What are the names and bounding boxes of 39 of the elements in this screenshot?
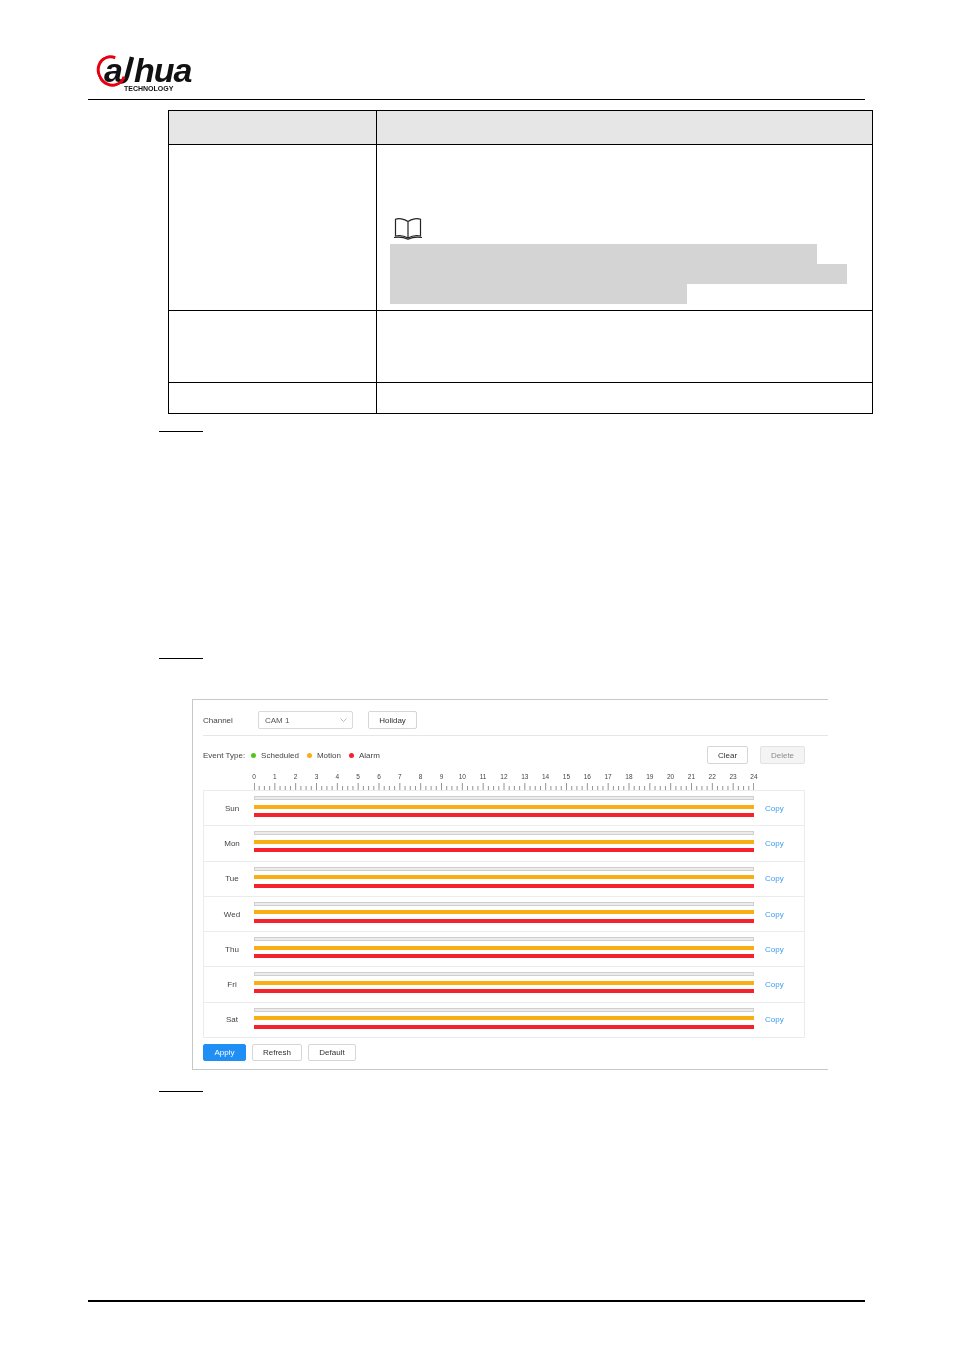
timeline-bar[interactable] bbox=[254, 804, 754, 809]
day-label: Sat bbox=[225, 1015, 239, 1025]
day-label: Mon bbox=[223, 838, 241, 848]
event-type-label: Event Type: bbox=[203, 750, 246, 760]
day-label: Fri bbox=[226, 980, 238, 990]
timeline-bar[interactable] bbox=[254, 954, 754, 959]
day-label: Thu bbox=[224, 944, 240, 954]
book-icon bbox=[393, 217, 423, 240]
timeline-bar[interactable] bbox=[254, 848, 754, 853]
copy-link[interactable]: Copy bbox=[765, 874, 784, 884]
timeline-bar[interactable] bbox=[254, 989, 754, 994]
chevron-down-icon bbox=[340, 718, 347, 722]
timeline-bar[interactable] bbox=[254, 875, 754, 880]
copy-link[interactable]: Copy bbox=[765, 838, 784, 848]
copy-link[interactable]: Copy bbox=[765, 944, 784, 954]
default-button[interactable]: Default bbox=[308, 1044, 356, 1062]
holiday-button[interactable]: Holiday bbox=[368, 711, 417, 729]
timeline-bar[interactable] bbox=[254, 945, 754, 950]
timeline-bar[interactable] bbox=[254, 883, 754, 888]
day-label: Wed bbox=[222, 909, 242, 919]
legend-label: Motion bbox=[316, 750, 341, 760]
timeline-bar[interactable] bbox=[254, 1016, 754, 1021]
timeline-bar[interactable] bbox=[254, 918, 754, 923]
timeline-bar[interactable] bbox=[254, 1024, 754, 1029]
copy-link[interactable]: Copy bbox=[765, 980, 784, 990]
refresh-button[interactable]: Refresh bbox=[252, 1044, 302, 1062]
timeline-bar[interactable] bbox=[254, 839, 754, 844]
copy-link[interactable]: Copy bbox=[765, 1015, 784, 1025]
day-label: Sun bbox=[223, 803, 241, 813]
copy-link[interactable]: Copy bbox=[765, 909, 784, 919]
apply-button[interactable]: Apply bbox=[203, 1044, 246, 1062]
channel-label: Channel bbox=[203, 715, 234, 725]
legend-label: Scheduled bbox=[261, 750, 299, 760]
clear-button[interactable]: Clear bbox=[707, 746, 748, 764]
day-label: Tue bbox=[224, 874, 240, 884]
channel-select[interactable]: CAM 1 bbox=[258, 711, 353, 729]
copy-link[interactable]: Copy bbox=[765, 803, 784, 813]
timeline-bar[interactable] bbox=[254, 910, 754, 915]
legend-label: Alarm bbox=[358, 750, 380, 760]
